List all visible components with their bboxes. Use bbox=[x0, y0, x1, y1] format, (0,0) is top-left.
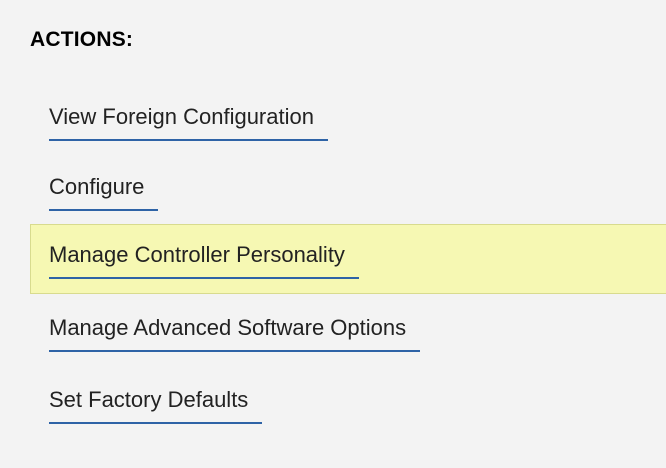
action-item-set-factory-defaults: Set Factory Defaults bbox=[30, 369, 666, 439]
action-item-manage-controller-personality: Manage Controller Personality bbox=[30, 224, 666, 294]
action-item-configure: Configure bbox=[30, 156, 666, 226]
action-item-view-foreign-configuration: View Foreign Configuration bbox=[30, 86, 666, 156]
actions-heading: ACTIONS: bbox=[30, 28, 134, 51]
view-foreign-configuration-link[interactable]: View Foreign Configuration bbox=[49, 104, 328, 141]
configure-link[interactable]: Configure bbox=[49, 174, 159, 211]
manage-controller-personality-link[interactable]: Manage Controller Personality bbox=[49, 242, 359, 279]
action-item-manage-advanced-software-options: Manage Advanced Software Options bbox=[30, 297, 666, 367]
manage-advanced-software-options-link[interactable]: Manage Advanced Software Options bbox=[49, 315, 421, 352]
actions-panel: ACTIONS: View Foreign Configuration Conf… bbox=[0, 0, 666, 468]
set-factory-defaults-link[interactable]: Set Factory Defaults bbox=[49, 387, 263, 424]
